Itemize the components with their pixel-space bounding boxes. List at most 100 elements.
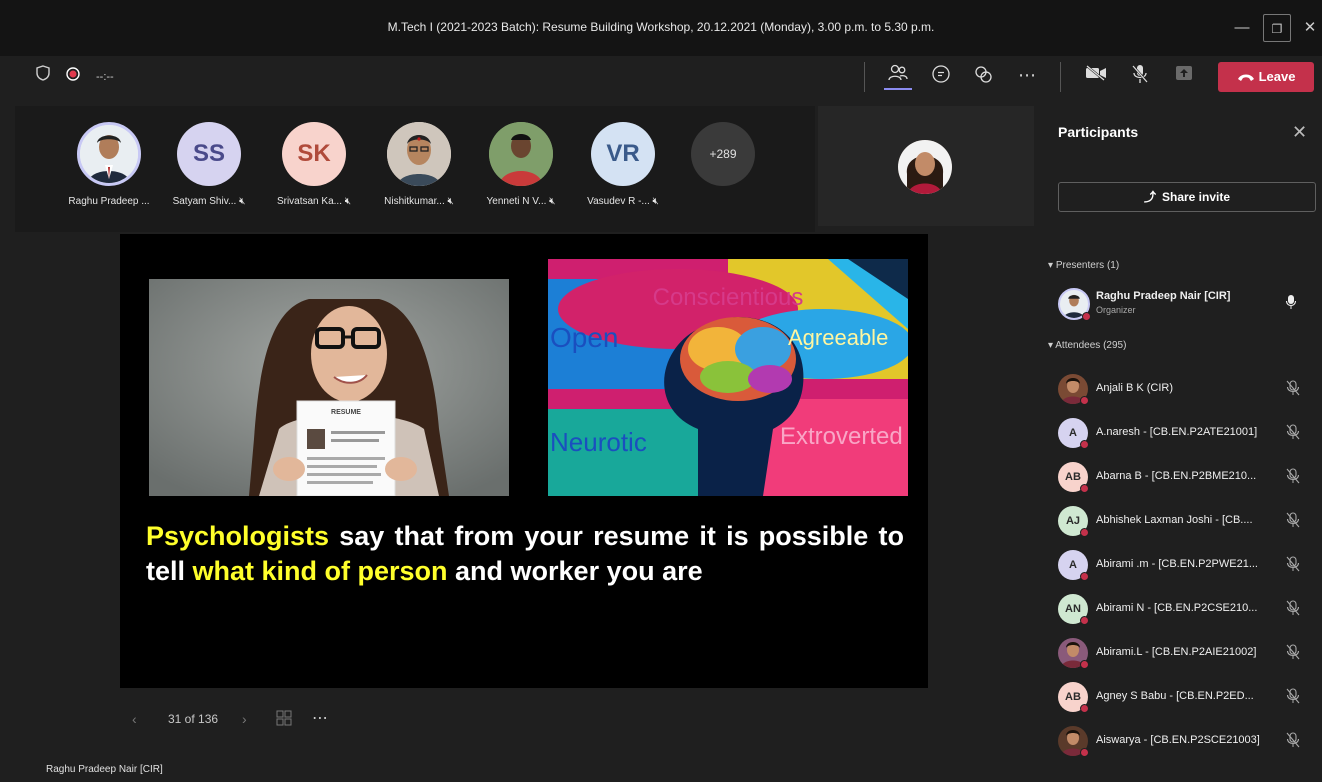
attendees-section-header[interactable]: ▾ Attendees (295) (1048, 340, 1126, 351)
avatar (77, 122, 141, 186)
avatar: SK (282, 122, 346, 186)
mic-off-icon: 🔇︎ (652, 196, 659, 207)
participant-name: Satyam Shiv... 🔇︎ (172, 196, 246, 207)
shared-slide: RESUME Conscientious Open Agreeable Neur… (120, 234, 928, 688)
status-dot (1080, 440, 1089, 449)
participant-row[interactable]: AJ Abhishek Laxman Joshi - [CB.... (1058, 502, 1318, 542)
participant-name: Abirami N - [CB.EN.P2CSE210... (1096, 602, 1258, 614)
overflow-participants-button[interactable]: +289 (669, 122, 777, 186)
slides-grid-icon[interactable] (276, 710, 292, 729)
presenter-name-label: Raghu Pradeep Nair [CIR] (46, 764, 163, 775)
mic-off-icon (1286, 424, 1302, 442)
teams-meeting-window: M.Tech I (2021-2023 Batch): Resume Build… (0, 0, 1322, 782)
presenters-section-header[interactable]: ▾ Presenters (1) (1048, 260, 1119, 271)
mic-off-icon (1286, 556, 1302, 574)
word-conscientious: Conscientious (653, 284, 804, 311)
share-tray-icon[interactable] (1172, 64, 1196, 90)
more-icon[interactable]: ⋯ (1014, 64, 1040, 90)
participant-tile[interactable]: SS Satyam Shiv... 🔇︎ (155, 122, 263, 207)
word-open: Open (550, 322, 619, 353)
participant-name: Raghu Pradeep ... (68, 196, 150, 207)
slide-image-personality-brain: Conscientious Open Agreeable Neurotic Ex… (548, 259, 908, 496)
self-view-tile[interactable] (818, 106, 1034, 226)
participant-name: Abirami.L - [CB.EN.P2AIE21002] (1096, 646, 1257, 658)
avatar: VR (591, 122, 655, 186)
share-invite-button[interactable]: ⤴ Share invite (1058, 182, 1316, 212)
participant-name: Aiswarya - [CB.EN.P2SCE21003] (1096, 734, 1260, 746)
title-bar: M.Tech I (2021-2023 Batch): Resume Build… (0, 0, 1322, 56)
avatar (489, 122, 553, 186)
participant-name: Nishitkumar... 🔇︎ (384, 196, 454, 207)
participant-row[interactable]: AN Abirami N - [CB.EN.P2CSE210... (1058, 590, 1318, 630)
mic-off-icon (1286, 600, 1302, 618)
participant-row[interactable]: A Abirami .m - [CB.EN.P2PWE21... (1058, 546, 1318, 586)
mic-off-icon (1286, 512, 1302, 530)
meeting-timer: --:-- (96, 71, 114, 83)
participant-name: Raghu Pradeep Nair [CIR] (1096, 290, 1231, 302)
participant-tile[interactable]: Nishitkumar... 🔇︎ (365, 122, 473, 207)
status-dot (1080, 572, 1089, 581)
participant-name: Srivatsan Ka... 🔇︎ (276, 196, 352, 207)
participant-row[interactable]: Aiswarya - [CB.EN.P2SCE21003] (1058, 722, 1318, 762)
chat-icon[interactable] (928, 64, 954, 90)
participant-tile[interactable]: SK Srivatsan Ka... 🔇︎ (260, 122, 368, 207)
mic-off-icon: 🔇︎ (239, 196, 246, 207)
avatar: SS (177, 122, 241, 186)
participant-tile[interactable]: VR Vasudev R -... 🔇︎ (569, 122, 677, 207)
status-dot (1080, 484, 1089, 493)
participant-row[interactable]: A A.naresh - [CB.EN.P2ATE21001] (1058, 414, 1318, 454)
minimize-icon[interactable]: — (1228, 14, 1256, 42)
participant-row[interactable]: Anjali B K (CIR) (1058, 370, 1318, 410)
participant-role: Organizer (1096, 305, 1136, 315)
word-extroverted: Extroverted (780, 423, 903, 450)
participant-row[interactable]: AB Agney S Babu - [CB.EN.P2ED... (1058, 678, 1318, 718)
chevron-right-icon[interactable]: › (242, 711, 247, 727)
restore-icon[interactable]: ❐ (1263, 14, 1291, 42)
status-dot (1080, 528, 1089, 537)
status-dot (1080, 704, 1089, 713)
participant-row[interactable]: AB Abarna B - [CB.EN.P2BME210... (1058, 458, 1318, 498)
avatar (898, 140, 952, 194)
chevron-left-icon[interactable]: ‹ (132, 711, 137, 727)
mic-off-icon: 🔇︎ (447, 196, 454, 207)
close-icon[interactable]: ✕ (1292, 122, 1307, 143)
mic-off-icon (1286, 688, 1302, 706)
status-dot (1080, 748, 1089, 757)
window-title: M.Tech I (2021-2023 Batch): Resume Build… (387, 20, 935, 34)
participant-row[interactable]: Abirami.L - [CB.EN.P2AIE21002] (1058, 634, 1318, 674)
participant-name: Vasudev R -... 🔇︎ (587, 196, 659, 207)
mic-off-icon (1286, 732, 1302, 750)
mic-off-icon (1286, 380, 1302, 398)
highlight-kind-of-person: what kind of person (192, 556, 448, 586)
participant-name: Anjali B K (CIR) (1096, 382, 1174, 394)
people-icon[interactable] (884, 64, 912, 90)
panel-title: Participants (1058, 124, 1139, 140)
camera-off-icon[interactable] (1082, 64, 1110, 90)
participant-tile[interactable]: Raghu Pradeep ... (55, 122, 163, 207)
reactions-icon[interactable] (970, 64, 996, 90)
status-dot (1080, 660, 1089, 669)
close-icon[interactable]: ✕ (1296, 14, 1322, 42)
participants-panel: Participants ✕ ⤴ Share invite ▾ Presenter… (1040, 102, 1322, 782)
share-icon: ⤴ (1143, 190, 1156, 204)
status-dot (1080, 396, 1089, 405)
resume-paper-label: RESUME (331, 409, 361, 416)
mic-off-icon[interactable] (1128, 64, 1152, 90)
shield-icon[interactable] (34, 64, 52, 90)
word-neurotic: Neurotic (550, 427, 647, 457)
status-dot (1080, 616, 1089, 625)
leave-label: Leave (1258, 69, 1296, 84)
word-agreeable: Agreeable (788, 325, 888, 350)
participant-row[interactable]: Raghu Pradeep Nair [CIR] Organizer (1058, 284, 1318, 324)
overflow-count: +289 (691, 122, 755, 186)
participant-tile[interactable]: Yenneti N V... 🔇︎ (467, 122, 575, 207)
mic-off-icon: 🔇︎ (549, 196, 556, 207)
more-icon[interactable]: ⋯ (312, 708, 328, 728)
participant-name: Abirami .m - [CB.EN.P2PWE21... (1096, 558, 1258, 570)
participant-strip: Raghu Pradeep ... SS Satyam Shiv... 🔇︎ S… (15, 106, 815, 232)
participant-name: Abarna B - [CB.EN.P2BME210... (1096, 470, 1257, 482)
slide-image-woman-with-resume: RESUME (149, 279, 509, 496)
mic-off-icon (1286, 644, 1302, 662)
leave-button[interactable]: Leave (1218, 62, 1314, 92)
toolbar-divider (864, 62, 865, 92)
